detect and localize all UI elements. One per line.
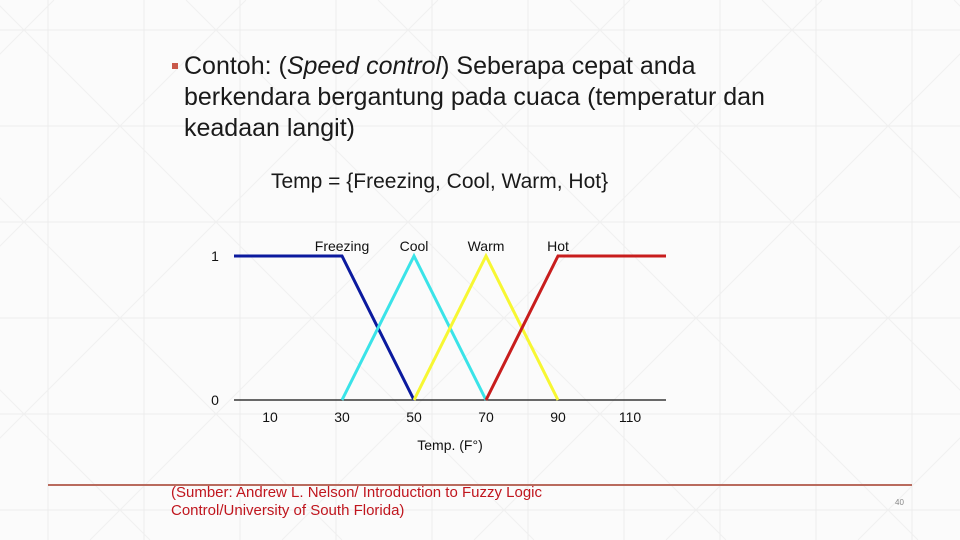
series-label-warm: Warm xyxy=(468,238,505,254)
y-tick-label: 1 xyxy=(211,248,219,264)
membership-chart: 0110 30 50 70 90 110Temp. (F°)Freezing Cool War… xyxy=(211,238,666,453)
source-citation: (Sumber: Andrew L. Nelson/ Introduction … xyxy=(171,484,543,519)
x-axis-label: Temp. (F°) xyxy=(417,437,483,453)
x-tick-label: 90 xyxy=(550,409,566,425)
series-label-cool: Cool xyxy=(400,238,429,254)
page-number: 40 xyxy=(895,498,904,507)
x-tick-label: 30 xyxy=(334,409,350,425)
x-tick-label: 10 xyxy=(262,409,278,425)
series-line-warm xyxy=(412,252,560,401)
series-line-freezing xyxy=(234,254,416,401)
series-line-cool xyxy=(340,252,488,401)
x-tick-label: 110 xyxy=(619,409,642,425)
x-tick-label: 70 xyxy=(478,409,494,425)
series-line-hot xyxy=(484,254,666,401)
series-label-hot: Hot xyxy=(547,238,569,254)
series-label-freezing: Freezing xyxy=(315,238,369,254)
x-tick-label: 50 xyxy=(406,409,422,425)
y-tick-label: 0 xyxy=(211,392,219,408)
